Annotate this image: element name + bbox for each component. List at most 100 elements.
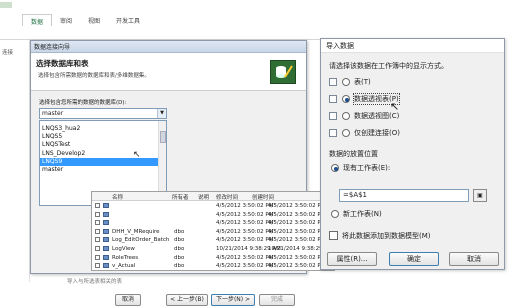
import-related-tables-checkbox[interactable]: 导入与所选表相关的表: [67, 277, 122, 285]
table-icon: [103, 246, 109, 251]
table-row[interactable]: Log_EditOrder_Batch dbo 4/5/2012 3:50:02 P…: [92, 236, 334, 245]
table-row[interactable]: v_Actual dbo 4/5/2012 3:50:02 PM 4/5/2012 3…: [92, 262, 334, 270]
row-modified: 4/5/2012 3:50:02 PM: [216, 211, 274, 218]
column-modified[interactable]: 修改时间: [216, 193, 238, 201]
import-titlebar: 导入数据: [321, 39, 504, 53]
row-checkbox[interactable]: [95, 263, 100, 269]
tab-review[interactable]: 审阅: [52, 14, 80, 26]
option-table-radio[interactable]: [342, 78, 350, 86]
column-owner[interactable]: 所有者: [172, 193, 189, 201]
row-created: 4/5/2012 3:50:02 PM: [268, 203, 326, 209]
row-modified: 4/5/2012 3:50:02 PM: [216, 254, 274, 261]
table-icon: [103, 254, 109, 260]
scrollbar-thumb[interactable]: [160, 131, 166, 143]
add-to-data-model-checkbox[interactable]: [329, 231, 338, 240]
row-name: LogView: [112, 246, 135, 252]
ok-button[interactable]: 确定: [389, 252, 439, 266]
table-icon: [103, 237, 109, 243]
finish-button[interactable]: 完成: [259, 294, 295, 306]
row-owner: dbo: [174, 254, 185, 261]
row-created: 4/5/2012 3:50:02 PM: [268, 220, 326, 227]
table-icon: [103, 203, 109, 208]
wizard-heading: 选择数据库和表: [36, 59, 89, 68]
tab-view[interactable]: 视图: [80, 14, 108, 26]
properties-button[interactable]: 属性(R)...: [327, 252, 377, 266]
table-row[interactable]: 4/5/2012 3:50:02 PM 4/5/2012 3:50:02 PM: [92, 219, 334, 228]
row-name: DHH_V_MRequire: [112, 228, 160, 235]
database-option[interactable]: LNQS5: [40, 133, 166, 141]
tables-list[interactable]: 名称 所有者 说明 修改时间 创建时间 4/5/2012 3:50:02 PM 4…: [91, 191, 335, 271]
row-checkbox[interactable]: [95, 220, 100, 226]
add-to-data-model-label: 将此数据添加到数据模型(M): [342, 232, 431, 240]
database-select-value: master: [42, 110, 64, 117]
option-pivot-table-radio[interactable]: [342, 95, 350, 103]
table-row[interactable]: 4/5/2012 3:50:02 PM 4/5/2012 3:50:02 PM: [92, 211, 334, 220]
back-button[interactable]: < 上一步(B): [166, 294, 208, 306]
database-option[interactable]: LNQSTest: [40, 141, 166, 149]
row-owner: dbo: [174, 237, 185, 244]
table-icon: [103, 220, 109, 226]
database-select[interactable]: master ▼: [39, 108, 167, 119]
row-owner: dbo: [174, 246, 185, 252]
mouse-pointer-icon: ↖: [390, 100, 400, 113]
ribbon-tabs: 数据 审阅 视图 开发工具: [0, 14, 148, 26]
existing-sheet-label: 现有工作表(E):: [343, 164, 391, 172]
column-description[interactable]: 说明: [198, 193, 209, 201]
import-title: 导入数据: [326, 41, 354, 50]
row-checkbox[interactable]: [95, 237, 100, 243]
wizard-title: 数据连接向导: [34, 44, 71, 51]
row-modified: 4/5/2012 3:50:02 PM: [216, 203, 274, 209]
new-sheet-radio[interactable]: [331, 210, 339, 218]
connections-label[interactable]: 连接: [2, 48, 13, 56]
data-connection-wizard: 数据连接向导 选择数据库和表 选择包含所需数据的数据库和表/多维数据集。 选择包…: [30, 40, 335, 306]
tab-developer[interactable]: 开发工具: [108, 14, 148, 26]
tables-list-header: 名称 所有者 说明 修改时间 创建时间: [92, 192, 334, 201]
database-option[interactable]: LNS_Develop2: [40, 150, 166, 158]
row-checkbox[interactable]: [95, 203, 100, 208]
row-name: v_Actual: [112, 263, 136, 270]
row-created: 4/5/2012 3:50:02 PM: [268, 228, 326, 235]
row-created: 4/5/2012 3:50:02 PM: [268, 237, 326, 244]
row-name: RoleTrees: [112, 254, 139, 261]
row-modified: 4/5/2012 3:50:02 PM: [216, 220, 274, 227]
mouse-pointer-icon: ↖: [133, 150, 141, 160]
table-row[interactable]: DHH_V_MRequire dbo 4/5/2012 3:50:02 PM 4/5/…: [92, 228, 334, 237]
database-wizard-icon: [270, 60, 296, 84]
table-icon: [103, 228, 109, 234]
tab-data[interactable]: 数据: [22, 14, 53, 26]
next-button[interactable]: 下一步(N) >: [211, 294, 255, 306]
database-option[interactable]: master: [40, 166, 166, 174]
import-cancel-button[interactable]: 取消: [449, 252, 499, 266]
excel-ribbon: 数据 审阅 视图 开发工具: [0, 0, 320, 40]
table-row[interactable]: LogView dbo 10/21/2014 9:38:29 AM 10/21/201…: [92, 245, 334, 254]
row-owner: dbo: [174, 228, 185, 235]
cancel-button[interactable]: 取消: [115, 294, 141, 306]
chevron-down-icon[interactable]: ▼: [157, 109, 166, 118]
row-checkbox[interactable]: [95, 211, 100, 217]
row-checkbox[interactable]: [95, 254, 100, 260]
new-sheet-label: 新工作表(N): [343, 210, 382, 218]
table-row[interactable]: RoleTrees dbo 4/5/2012 3:50:02 PM 4/5/2012 …: [92, 254, 334, 263]
position-label: 数据的放置位置: [329, 150, 378, 158]
wizard-header: 选择数据库和表 选择包含所需数据的数据库和表/多维数据集。: [31, 53, 306, 91]
option-pivot-chart-radio[interactable]: [342, 112, 350, 120]
column-name[interactable]: 名称: [112, 193, 123, 201]
import-data-dialog: 导入数据 请选择该数据在工作簿中的显示方式。 表(T) 数据透视表(P) 数据透…: [320, 38, 505, 270]
excel-left-pane: 连接: [0, 40, 30, 282]
column-created[interactable]: 创建时间: [252, 193, 274, 201]
range-input[interactable]: =$A$1: [339, 189, 469, 202]
option-connection-only-radio[interactable]: [342, 129, 350, 137]
row-name: Log_EditOrder_Batch: [112, 237, 170, 244]
database-option[interactable]: LNQS3_hua2: [40, 125, 166, 133]
table-row[interactable]: 4/5/2012 3:50:02 PM 4/5/2012 3:50:02 PM: [92, 202, 334, 211]
collapse-dialog-icon[interactable]: ▣: [473, 189, 487, 202]
database-option-selected[interactable]: LNQS9: [40, 157, 166, 166]
table-icon: [103, 211, 109, 217]
ribbon-quickaccess-icon: [0, 2, 12, 8]
row-checkbox[interactable]: [95, 246, 100, 251]
connection-icon: [329, 129, 337, 137]
row-checkbox[interactable]: [95, 228, 100, 234]
row-created: 4/5/2012 3:50:02 PM: [268, 263, 326, 270]
existing-sheet-radio[interactable]: [331, 164, 339, 172]
table-icon: [103, 263, 109, 269]
